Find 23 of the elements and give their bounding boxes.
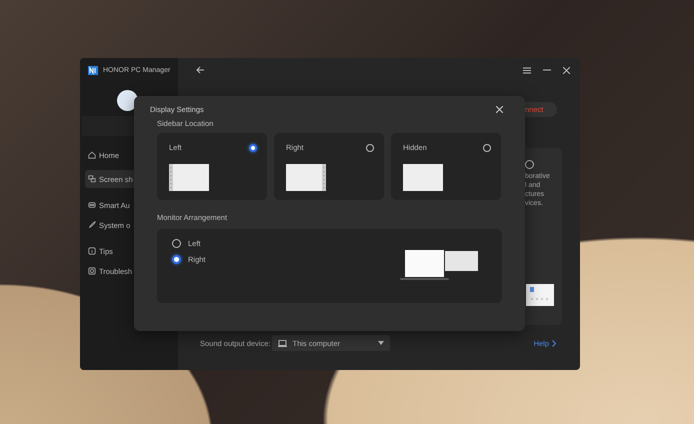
home-icon: [88, 151, 96, 159]
screens-icon: [88, 175, 96, 183]
info-icon: [88, 247, 96, 255]
minimize-icon[interactable]: [543, 69, 551, 71]
laptop-icon: [278, 340, 288, 346]
menu-icon[interactable]: [523, 66, 531, 74]
back-icon[interactable]: [196, 66, 205, 74]
radio-button[interactable]: [172, 238, 181, 248]
close-icon[interactable]: [563, 66, 570, 74]
speaker-icon: [88, 201, 96, 209]
caret-icon: [378, 341, 384, 345]
search-icon: [88, 267, 96, 275]
radio-button[interactable]: [366, 144, 374, 152]
radio-button[interactable]: [172, 254, 181, 264]
app-logo-icon: [88, 66, 98, 74]
close-button[interactable]: [496, 106, 503, 113]
radio-button[interactable]: [249, 144, 257, 152]
sidebar-left-thumbnail: [169, 164, 209, 191]
sidebar-right-thumbnail: [286, 164, 326, 191]
radio-button[interactable]: [483, 144, 491, 152]
screen-thumbnail: [526, 284, 554, 306]
chevron-icon: [552, 340, 556, 346]
no-sidebar-thumbnail: [403, 164, 443, 191]
